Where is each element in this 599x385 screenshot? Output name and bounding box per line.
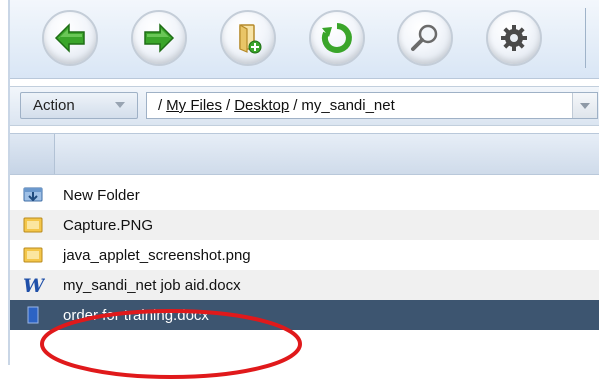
document-icon	[23, 305, 43, 325]
file-row-capture-png[interactable]: Capture.PNG	[10, 210, 599, 240]
settings-button[interactable]	[486, 10, 542, 66]
image-file-icon	[23, 245, 43, 265]
chevron-down-icon	[115, 102, 125, 108]
file-list-header	[10, 133, 599, 175]
file-name: New Folder	[63, 186, 140, 204]
forward-button[interactable]	[131, 10, 187, 66]
file-row-order-for-training[interactable]: order for training.docx	[10, 300, 599, 330]
toolbar	[10, 0, 599, 79]
new-folder-button[interactable]	[220, 10, 276, 66]
new-folder-icon	[239, 23, 262, 54]
breadcrumb-my-files[interactable]: My Files	[166, 97, 222, 114]
file-name: java_applet_screenshot.png	[63, 246, 251, 264]
path-dropdown-button[interactable]	[572, 93, 597, 118]
action-bar: Action / My Files / Desktop / my_sandi_n…	[10, 86, 599, 126]
path-separator: /	[226, 97, 231, 114]
file-manager-window: Action / My Files / Desktop / my_sandi_n…	[0, 0, 599, 365]
file-row-new-folder[interactable]: New Folder	[10, 180, 599, 210]
toolbar-separator	[585, 8, 586, 68]
refresh-button[interactable]	[309, 10, 365, 66]
file-name: Capture.PNG	[63, 216, 154, 234]
back-arrow-icon	[54, 23, 85, 53]
image-file-icon	[23, 215, 43, 235]
file-row-job-aid-docx[interactable]: W my_sandi_net job aid.docx	[10, 270, 599, 300]
search-magnifier-icon	[411, 24, 438, 51]
action-label: Action	[33, 97, 75, 114]
svg-text:W: W	[23, 275, 45, 295]
breadcrumb-current-folder: my_sandi_net	[301, 97, 395, 114]
search-button[interactable]	[397, 10, 453, 66]
gear-icon	[501, 25, 527, 51]
path-separator: /	[293, 97, 298, 114]
file-list: New Folder Capture.PNG java_applet_scree…	[10, 180, 599, 330]
path-separator: /	[158, 97, 163, 114]
file-name: my_sandi_net job aid.docx	[63, 276, 241, 294]
back-button[interactable]	[42, 10, 98, 66]
folder-download-icon	[23, 185, 43, 205]
path-breadcrumb[interactable]: / My Files / Desktop / my_sandi_net	[146, 92, 598, 119]
forward-arrow-icon	[144, 23, 175, 53]
breadcrumb-desktop[interactable]: Desktop	[234, 97, 289, 114]
file-name: order for training.docx	[63, 306, 209, 324]
refresh-icon	[321, 23, 352, 53]
file-row-java-applet-screenshot[interactable]: java_applet_screenshot.png	[10, 240, 599, 270]
word-document-icon: W	[23, 275, 46, 297]
action-menu-button[interactable]: Action	[20, 92, 138, 119]
icon-column-header[interactable]	[10, 134, 55, 174]
